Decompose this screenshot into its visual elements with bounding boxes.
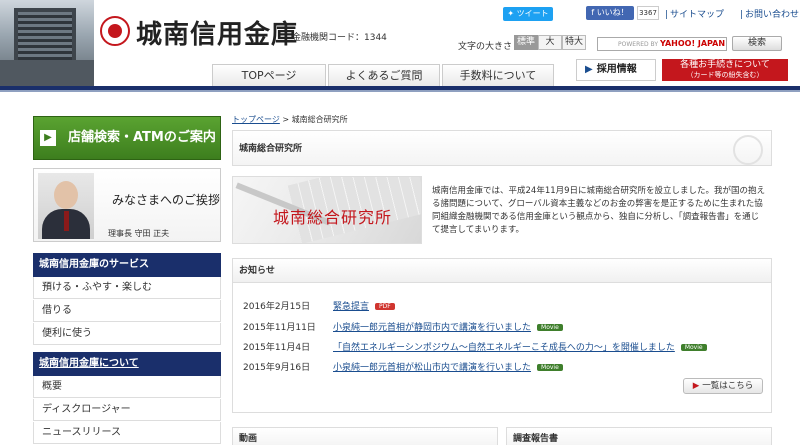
breadcrumb-current: 城南総合研究所 (291, 115, 348, 124)
arrow-right-icon: | (665, 10, 669, 20)
news-more-button[interactable]: ▶ 一覧はこちら (683, 378, 763, 394)
search-input[interactable]: POWERED BY YAHOO! JAPAN (597, 37, 727, 51)
arrow-right-icon: ▶ (585, 64, 593, 75)
sidebar-item-deposit[interactable]: 預ける・ふやす・楽しむ (33, 277, 221, 299)
recruit-button[interactable]: ▶ 採用情報 (576, 59, 656, 81)
institution-code: 金融機関コード：1344 (292, 33, 387, 43)
pdf-badge: PDF (375, 303, 395, 310)
greeting-name: 理事長 守田 正夫 (108, 229, 170, 238)
breadcrumb-home[interactable]: トップページ (232, 115, 280, 124)
arrow-right-icon: ▶ (692, 381, 700, 391)
intro-text: 城南信用金庫では、平成24年11月9日に城南総合研究所を設立しました。我が国の抱… (432, 186, 766, 235)
list-item: 2015年11月11日 小泉純一郎元首相が静岡市内で講演を行いました Movie (243, 320, 563, 333)
report-section-heading: 調査報告書 (506, 427, 772, 445)
sidebar-item-news-release[interactable]: ニュースリリース (33, 422, 221, 444)
greeting-title: みなさまへのご挨拶 (112, 193, 221, 207)
bank-name-logo[interactable]: 城南信用金庫 (136, 14, 298, 51)
header-divider-light (0, 90, 800, 92)
page-title: 城南総合研究所 (232, 130, 772, 166)
tab-top-page[interactable]: TOPページ (212, 64, 326, 86)
greeting-banner[interactable]: みなさまへのご挨拶 理事長 守田 正夫 (33, 168, 221, 242)
movie-badge: Movie (680, 344, 707, 351)
tab-faq[interactable]: よくあるご質問 (328, 64, 440, 86)
fontsize-standard-button[interactable]: 標準 (514, 35, 538, 50)
shop-atm-search-button[interactable]: ▶ 店舗検索・ATMのご案内 (33, 116, 221, 160)
fontsize-xlarge-button[interactable]: 特大 (562, 35, 586, 50)
facebook-icon: f (591, 8, 595, 17)
sidebar-item-borrow[interactable]: 借りる (33, 300, 221, 322)
news-heading: お知らせ (233, 259, 771, 283)
bank-logo-icon[interactable] (100, 16, 130, 46)
list-item: 2015年9月16日 小泉純一郎元首相が松山市内で講演を行いました Movie (243, 360, 563, 373)
president-photo (38, 173, 94, 239)
yahoo-logo: YAHOO! JAPAN (659, 39, 726, 48)
twitter-icon: ✦ (507, 9, 515, 18)
list-item: 2016年2月15日 緊急提言 PDF (243, 299, 395, 312)
arrow-right-icon: ▶ (40, 130, 56, 146)
news-link[interactable]: 緊急提言 (333, 302, 369, 312)
fontsize-large-button[interactable]: 大 (538, 35, 562, 50)
arrow-right-icon: | (740, 10, 744, 20)
research-institute-banner: 城南総合研究所 (232, 176, 422, 244)
sidebar-item-convenience[interactable]: 便利に使う (33, 323, 221, 345)
news-link[interactable]: 小泉純一郎元首相が松山市内で講演を行いました (333, 363, 531, 373)
sidebar-item-disclosure[interactable]: ディスクロージャー (33, 399, 221, 421)
sidebar-item-overview[interactable]: 概要 (33, 376, 221, 398)
site-header: 城南信用金庫 金融機関コード：1344 ✦ ツイート f いいね！ 3367 |… (0, 0, 800, 88)
services-heading: 城南信用金庫のサービス (33, 253, 221, 277)
list-item: 2015年11月4日 「自然エネルギーシンポジウム〜自然エネルギーこそ成長への力〜… (243, 340, 707, 353)
facebook-like-button[interactable]: f いいね！ (586, 6, 634, 20)
building-photo (0, 0, 94, 88)
like-count: 3367 (637, 6, 659, 20)
news-link[interactable]: 小泉純一郎元首相が静岡市内で講演を行いました (333, 323, 531, 333)
plum-blossom-icon (733, 135, 763, 165)
breadcrumb: トップページ > 城南総合研究所 (232, 115, 348, 124)
procedures-button[interactable]: 各種お手続きについて （カード等の紛失含む） (662, 59, 788, 81)
contact-link[interactable]: | お問い合わせ (740, 7, 799, 20)
tweet-button[interactable]: ✦ ツイート (503, 7, 553, 21)
about-heading[interactable]: 城南信用金庫について (33, 352, 221, 376)
news-panel: お知らせ 2016年2月15日 緊急提言 PDF 2015年11月11日 小泉純一郎元… (232, 258, 772, 413)
sitemap-link[interactable]: | サイトマップ (665, 7, 724, 20)
search-button[interactable]: 検索 (732, 36, 782, 51)
video-section-heading: 動画 (232, 427, 498, 445)
fontsize-label: 文字の大きさ (458, 42, 513, 52)
tab-fees[interactable]: 手数料について (442, 64, 554, 86)
news-link[interactable]: 「自然エネルギーシンポジウム〜自然エネルギーこそ成長への力〜」を開催しました (333, 343, 675, 353)
movie-badge: Movie (537, 324, 563, 331)
movie-badge: Movie (537, 364, 563, 371)
